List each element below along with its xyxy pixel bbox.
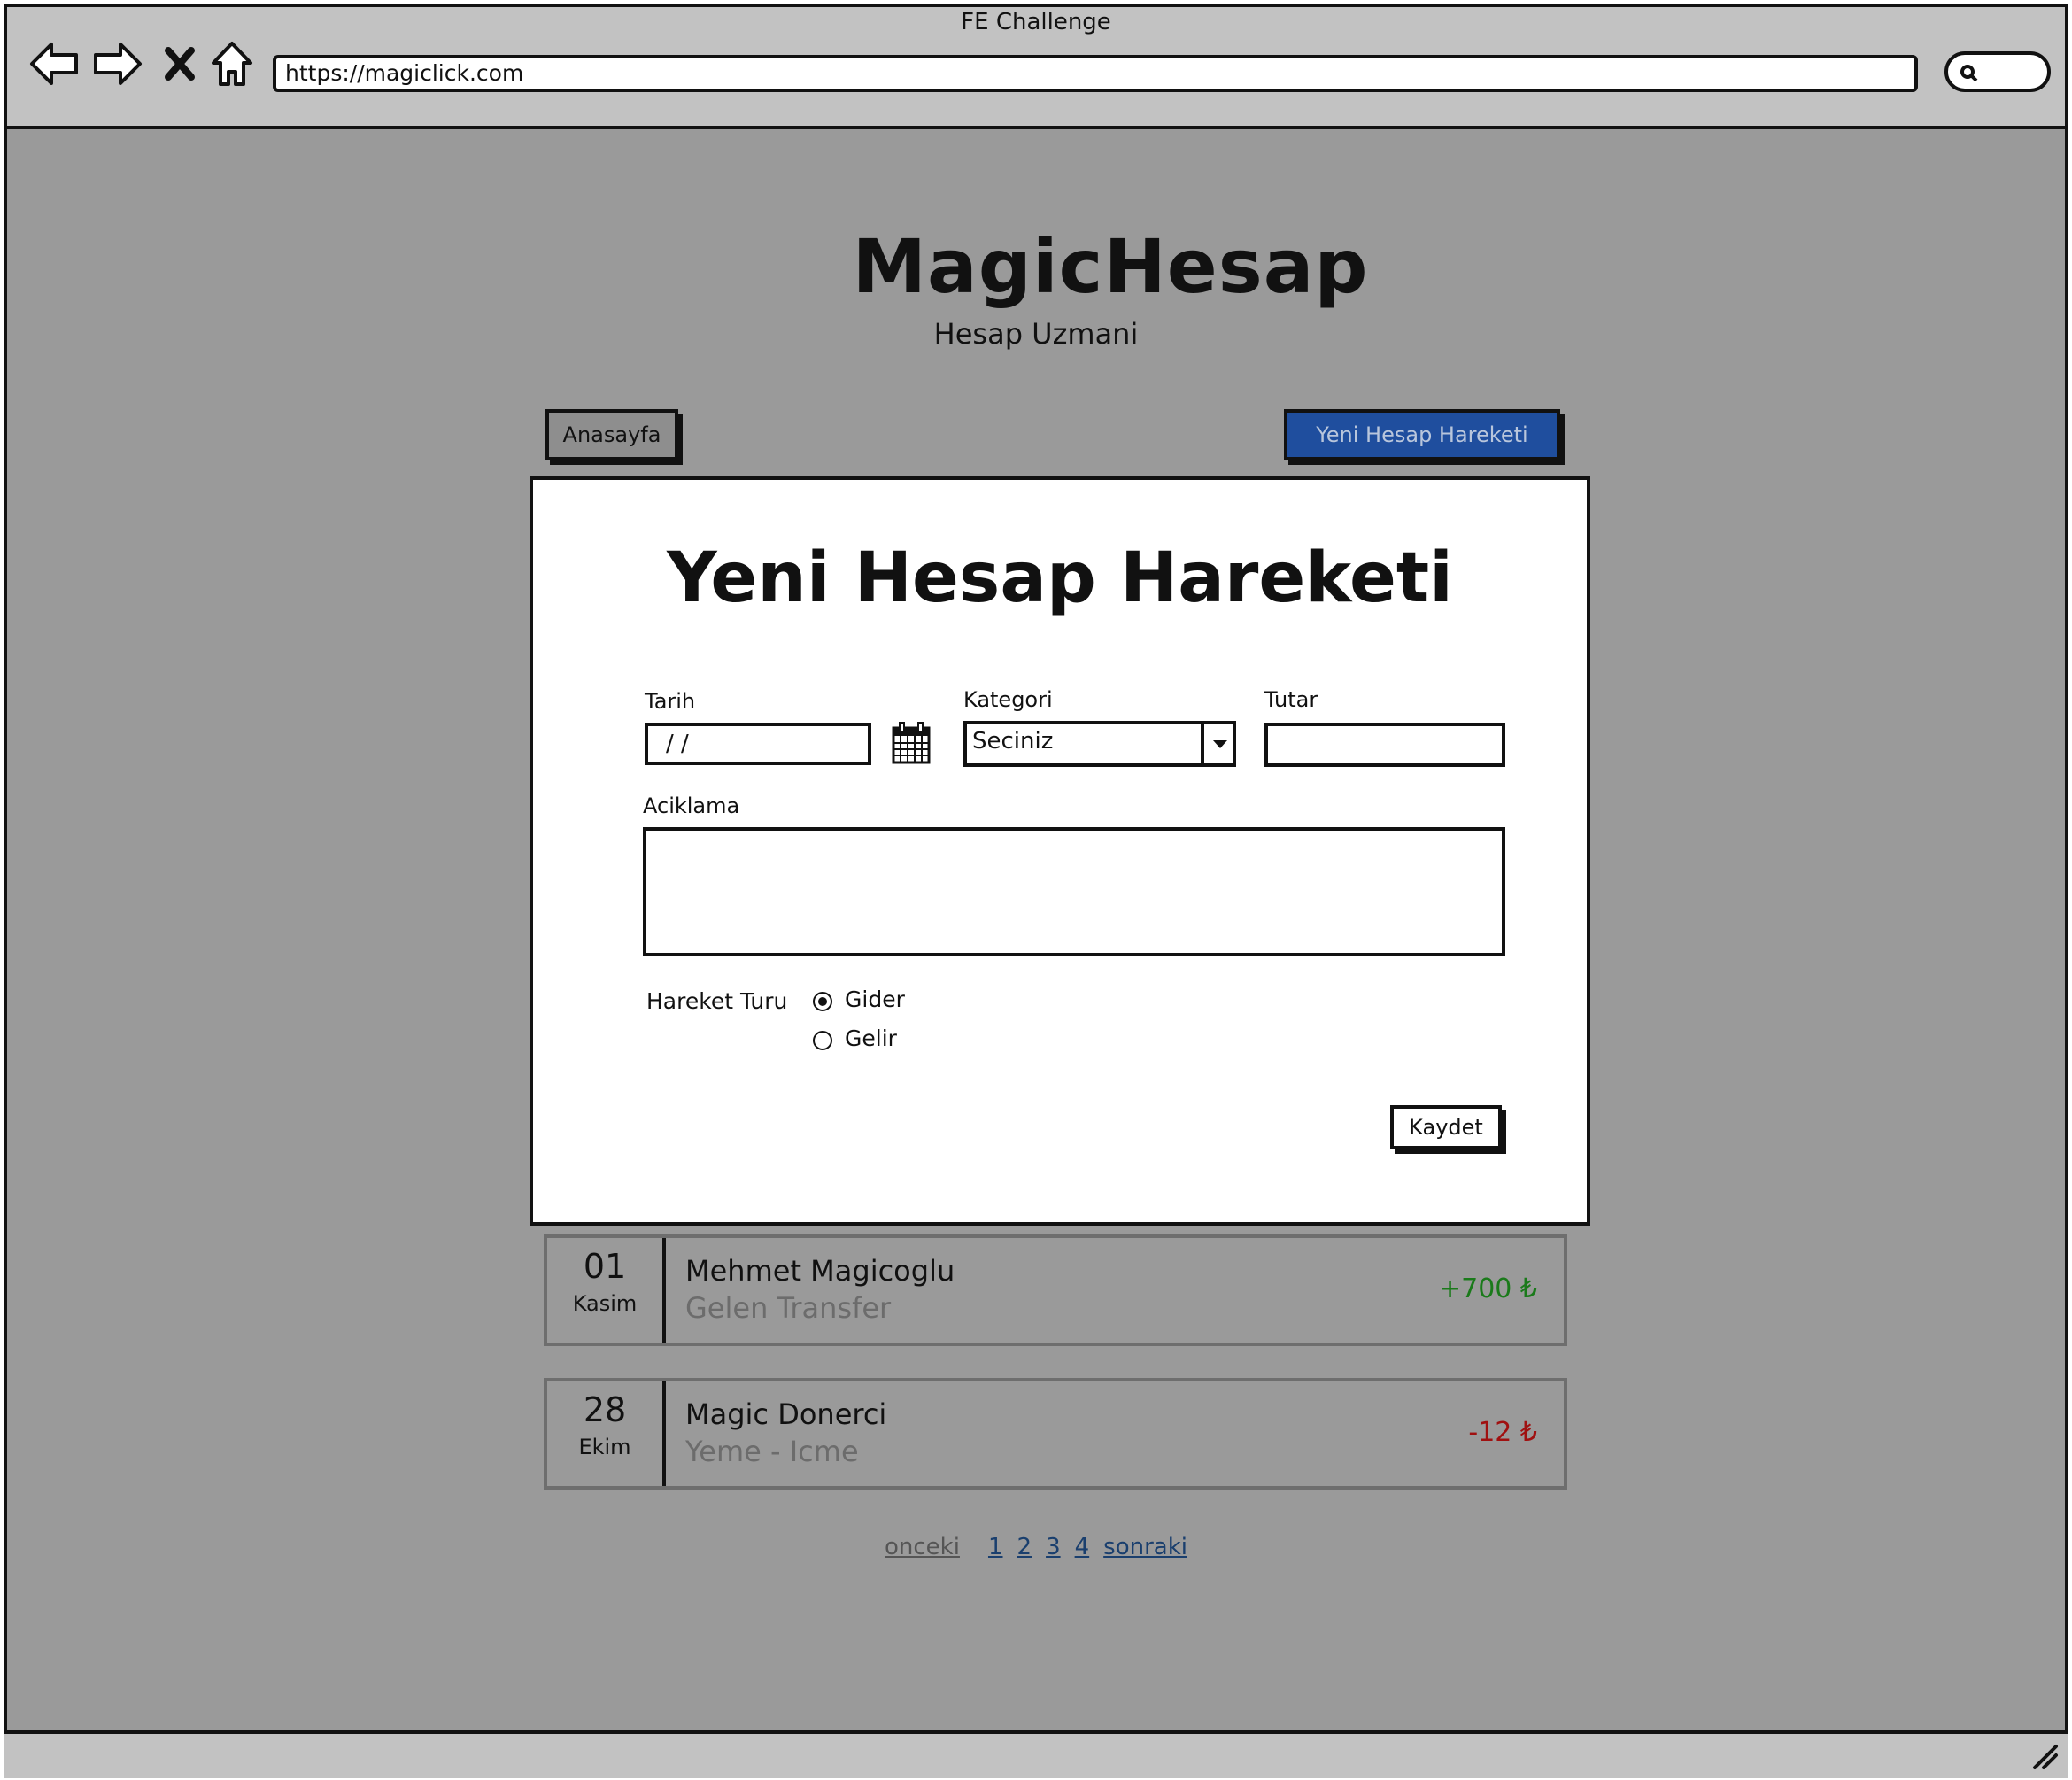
address-bar[interactable]: https://magiclick.com bbox=[273, 55, 1918, 92]
chevron-down-icon[interactable] bbox=[1201, 721, 1236, 767]
amount-input[interactable] bbox=[1264, 723, 1505, 767]
transaction-type-label: Hareket Turu bbox=[646, 988, 788, 1014]
window-title: FE Challenge bbox=[961, 9, 1111, 35]
category-select-value: Seciniz bbox=[972, 728, 1054, 755]
stop-icon[interactable] bbox=[159, 35, 200, 92]
description-textarea[interactable] bbox=[643, 827, 1505, 956]
category-label: Kategori bbox=[963, 687, 1053, 712]
transaction-name: Mehmet Magicoglu bbox=[685, 1254, 955, 1288]
home-icon[interactable] bbox=[207, 35, 257, 92]
save-button[interactable]: Kaydet bbox=[1390, 1105, 1502, 1149]
date-input[interactable]: / / bbox=[645, 723, 871, 765]
search-icon bbox=[1960, 65, 1978, 82]
pagination: onceki 1 2 3 4 sonraki bbox=[0, 1534, 2072, 1560]
page-link-3[interactable]: 3 bbox=[1046, 1534, 1061, 1560]
back-arrow-icon[interactable] bbox=[27, 35, 81, 92]
browser-search-field[interactable] bbox=[1944, 51, 2051, 92]
transaction-row[interactable]: 28 Ekim Magic Donerci Yeme - Icme -12 ₺ bbox=[544, 1378, 1567, 1490]
transaction-month: Kasim bbox=[572, 1291, 638, 1316]
calendar-icon[interactable] bbox=[891, 721, 932, 769]
next-page-link[interactable]: sonraki bbox=[1103, 1534, 1187, 1560]
form-title: Yeni Hesap Hareketi bbox=[667, 538, 1453, 618]
income-radio[interactable] bbox=[813, 1031, 832, 1050]
new-transaction-button[interactable]: Yeni Hesap Hareketi bbox=[1284, 409, 1560, 460]
expense-radio-label[interactable]: Gider bbox=[845, 987, 905, 1012]
transaction-category: Gelen Transfer bbox=[685, 1291, 892, 1325]
transaction-amount: -12 ₺ bbox=[1468, 1417, 1537, 1448]
transaction-name: Magic Donerci bbox=[685, 1397, 887, 1431]
resize-grip-icon[interactable] bbox=[2029, 1741, 2060, 1775]
previous-page-link[interactable]: onceki bbox=[885, 1534, 960, 1560]
transaction-date: 01 Kasim bbox=[547, 1238, 666, 1343]
app-title: MagicHesap bbox=[852, 223, 1369, 310]
home-button[interactable]: Anasayfa bbox=[545, 409, 678, 460]
transaction-date: 28 Ekim bbox=[547, 1381, 666, 1486]
amount-label: Tutar bbox=[1264, 687, 1318, 712]
transaction-row[interactable]: 01 Kasim Mehmet Magicoglu Gelen Transfer… bbox=[544, 1234, 1567, 1346]
transaction-amount: +700 ₺ bbox=[1438, 1273, 1537, 1304]
page-link-4[interactable]: 4 bbox=[1075, 1534, 1090, 1560]
transaction-day: 01 bbox=[583, 1247, 627, 1286]
transaction-month: Ekim bbox=[578, 1435, 631, 1459]
transaction-category: Yeme - Icme bbox=[685, 1435, 859, 1468]
page-link-1[interactable]: 1 bbox=[988, 1534, 1003, 1560]
forward-arrow-icon[interactable] bbox=[90, 35, 145, 92]
income-radio-label[interactable]: Gelir bbox=[845, 1025, 897, 1051]
transaction-day: 28 bbox=[583, 1390, 627, 1429]
description-label: Aciklama bbox=[643, 793, 740, 818]
status-bar bbox=[4, 1730, 2068, 1778]
page-link-2[interactable]: 2 bbox=[1017, 1534, 1032, 1560]
app-subtitle: Hesap Uzmani bbox=[933, 317, 1139, 351]
expense-radio[interactable] bbox=[813, 992, 832, 1011]
date-label: Tarih bbox=[645, 689, 696, 714]
